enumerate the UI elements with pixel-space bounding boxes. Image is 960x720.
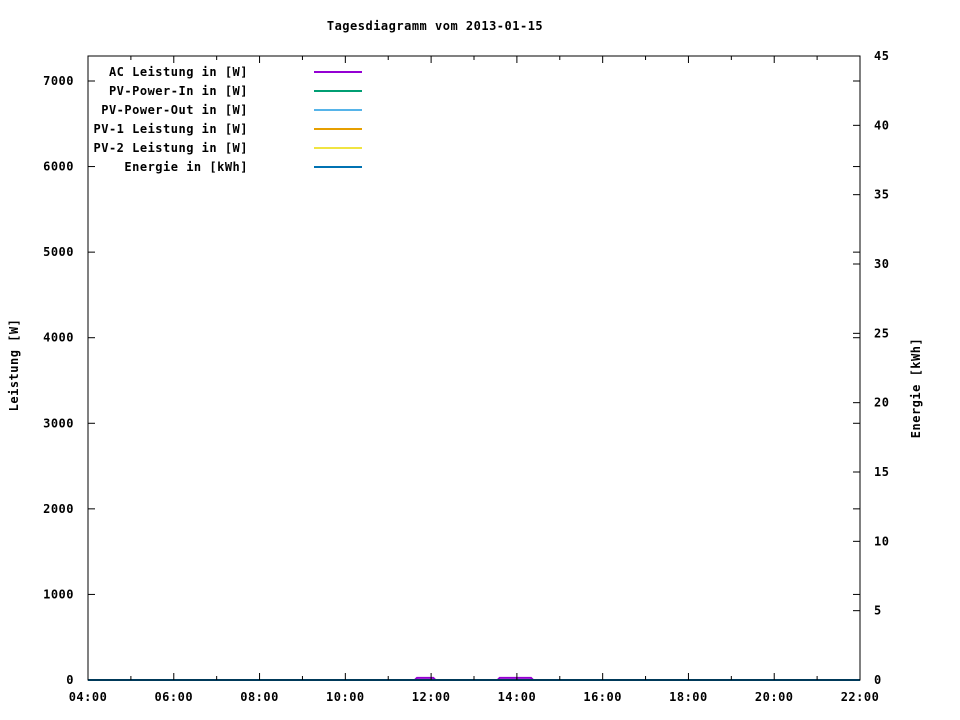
gnuplot-page: { "page": { "background": "#ffffff", "te… — [0, 0, 960, 720]
y2-tick-label: 5 — [874, 604, 882, 618]
legend-item: PV-Power-In in [W] — [48, 81, 362, 100]
x-tick-label: 16:00 — [583, 690, 622, 704]
legend-item: Energie in [kWh] — [48, 157, 362, 176]
y-tick-label: 5000 — [43, 245, 74, 259]
y2-tick-label: 30 — [874, 257, 889, 271]
x-tick-label: 06:00 — [154, 690, 193, 704]
x-tick-label: 18:00 — [669, 690, 708, 704]
legend-line-sample — [314, 70, 362, 73]
x-tick-label: 20:00 — [755, 690, 794, 704]
legend-label: PV-1 Leistung in [W] — [93, 121, 248, 136]
y2-tick-label: 25 — [874, 326, 889, 340]
legend-label: Energie in [kWh] — [124, 159, 248, 174]
legend-line-sample — [314, 89, 362, 92]
y2-tick-label: 45 — [874, 49, 889, 63]
x-tick-label: 12:00 — [412, 690, 451, 704]
y2-tick-label: 15 — [874, 465, 889, 479]
x-tick-label: 08:00 — [240, 690, 279, 704]
y-tick-label: 1000 — [43, 587, 74, 601]
x-tick-label: 04:00 — [69, 690, 108, 704]
y-tick-label: 3000 — [43, 416, 74, 430]
legend-line-sample — [314, 146, 362, 149]
chart-title: Tagesdiagramm vom 2013-01-15 — [326, 19, 544, 33]
legend-item: PV-1 Leistung in [W] — [48, 119, 362, 138]
legend-label: PV-Power-Out in [W] — [101, 102, 248, 117]
y2-tick-label: 10 — [874, 534, 889, 548]
y2-tick-label: 40 — [874, 118, 889, 132]
y2-tick-label: 20 — [874, 396, 889, 410]
y-axis-label: Leistung [W] — [7, 318, 21, 412]
y2-axis-label: Energie [kWh] — [909, 337, 923, 439]
x-tick-label: 14:00 — [498, 690, 537, 704]
legend: AC Leistung in [W] PV-Power-In in [W] PV… — [48, 62, 362, 176]
legend-line-sample — [314, 127, 362, 130]
legend-label: AC Leistung in [W] — [108, 64, 248, 79]
x-tick-label: 22:00 — [841, 690, 880, 704]
legend-line-sample — [314, 165, 362, 168]
legend-item: AC Leistung in [W] — [48, 62, 362, 81]
y2-tick-label: 0 — [874, 673, 882, 687]
x-tick-label: 10:00 — [326, 690, 365, 704]
legend-item: PV-Power-Out in [W] — [48, 100, 362, 119]
y-tick-label: 4000 — [43, 331, 74, 345]
y-tick-label: 0 — [66, 673, 74, 687]
legend-line-sample — [314, 108, 362, 111]
y2-tick-label: 35 — [874, 188, 889, 202]
legend-item: PV-2 Leistung in [W] — [48, 138, 362, 157]
y-tick-label: 2000 — [43, 502, 74, 516]
legend-label: PV-2 Leistung in [W] — [93, 140, 248, 155]
legend-label: PV-Power-In in [W] — [108, 83, 248, 98]
